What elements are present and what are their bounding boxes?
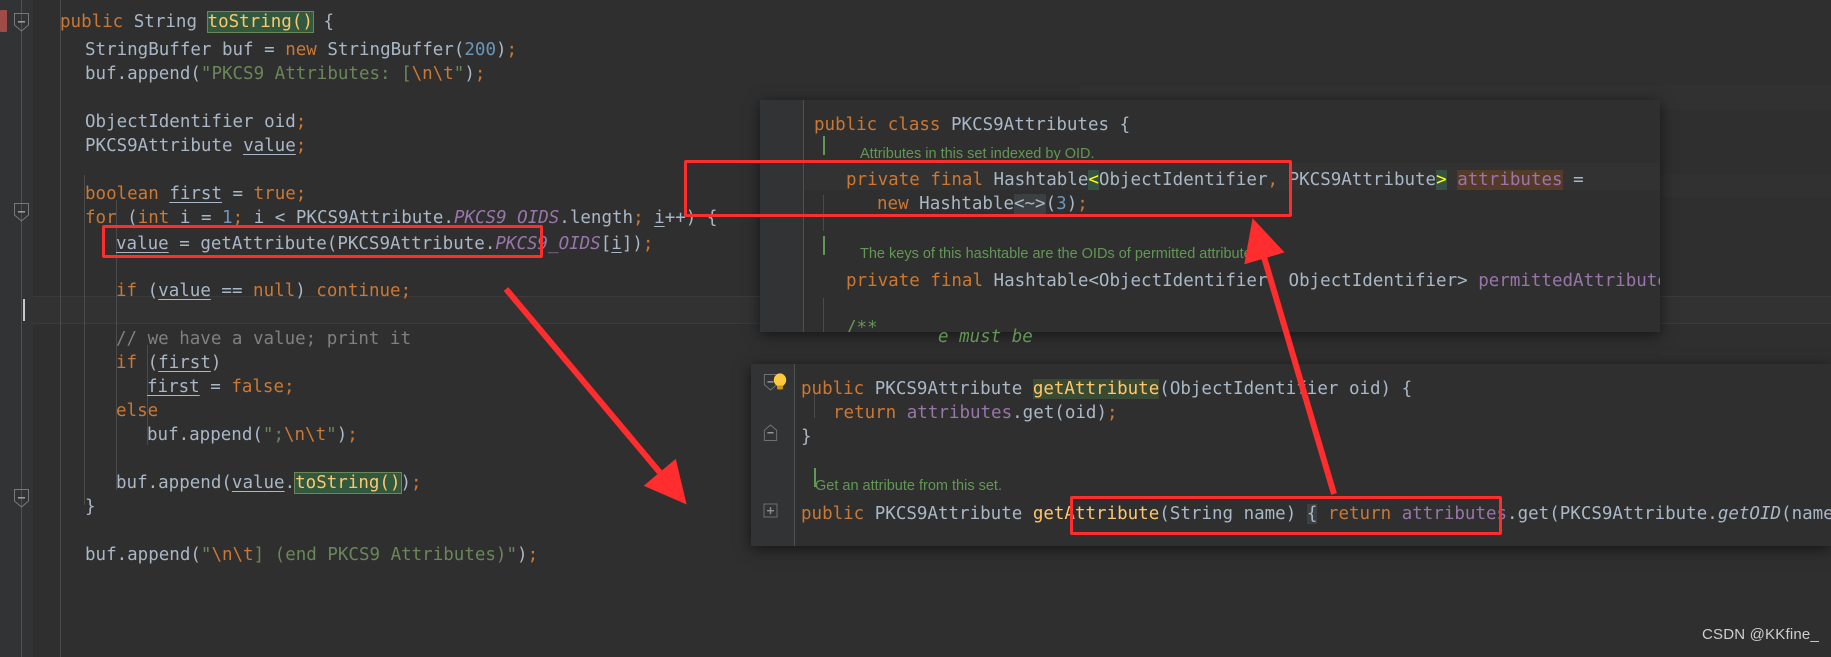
code-line: buf.append(";\n\t"); <box>147 425 358 445</box>
watermark: CSDN @KKfine_ <box>1701 626 1819 644</box>
code-line: /** <box>846 318 878 332</box>
gutter-fold-line <box>21 0 22 657</box>
code-line: public String toString() { <box>60 11 334 33</box>
code-line: public PKCS9Attribute getAttribute(Strin… <box>801 504 1831 524</box>
doc-comment-bar <box>823 236 825 255</box>
method-definition-popup[interactable]: public PKCS9Attribute getAttribute(Objec… <box>751 364 1831 546</box>
code-line: if (value == null) continue; <box>116 281 412 301</box>
error-stripe-marker[interactable] <box>0 10 7 32</box>
code-line: buf.append("PKCS9 Attributes: [\n\t"); <box>85 64 486 84</box>
code-line: buf.append(value.toString()); <box>116 472 422 494</box>
text-caret <box>23 299 25 321</box>
fold-marker-icon[interactable] <box>763 499 778 528</box>
code-line: public class PKCS9Attributes { <box>814 115 1131 135</box>
indent-guide <box>823 298 824 332</box>
class-definition-popup[interactable]: public class PKCS9Attributes { Attribute… <box>760 100 1660 332</box>
fold-marker-icon[interactable] <box>13 489 30 508</box>
floating-doc-fragment: e must be <box>938 327 1033 347</box>
doc-comment: Attributes in this set indexed by OID. <box>860 146 1095 162</box>
doc-comment: Get an attribute from this set. <box>815 478 1002 494</box>
indent-guide <box>60 0 61 657</box>
lightbulb-icon[interactable] <box>771 372 789 392</box>
code-line: new Hashtable<~>(3); <box>877 194 1088 214</box>
code-line: first = false; <box>147 377 295 397</box>
code-line: private final Hashtable<ObjectIdentifier… <box>846 271 1660 291</box>
fold-marker-icon[interactable] <box>13 203 30 222</box>
code-line: buf.append("\n\t] (end PKCS9 Attributes)… <box>85 545 539 565</box>
editor-gutter[interactable] <box>0 0 33 657</box>
popup-gutter[interactable] <box>760 100 804 332</box>
code-line: return attributes.get(oid); <box>833 403 1118 423</box>
code-line: } <box>85 497 96 517</box>
code-line: for (int i = 1; i < PKCS9Attribute.PKCS9… <box>85 208 718 228</box>
fold-marker-icon[interactable] <box>763 422 778 451</box>
fold-marker-icon[interactable] <box>13 13 30 32</box>
doc-comment: The keys of this hashtable are the OIDs … <box>860 246 1263 262</box>
code-line: PKCS9Attribute value; <box>85 136 307 156</box>
code-line: } <box>801 427 812 447</box>
background-panel-band <box>1630 175 1831 197</box>
indent-guide <box>823 195 824 231</box>
screenshot-root: public String toString() { StringBuffer … <box>0 0 1831 657</box>
code-line: value = getAttribute(PKCS9Attribute.PKCS… <box>116 234 654 254</box>
